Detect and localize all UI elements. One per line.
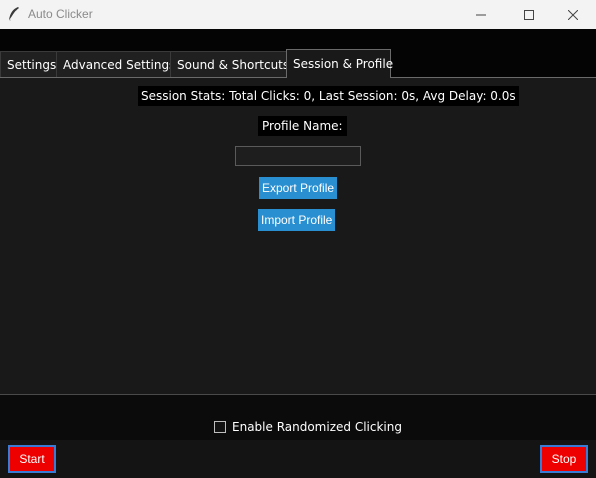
stop-button[interactable]: Stop — [540, 445, 588, 473]
maximize-icon — [524, 9, 534, 20]
export-profile-button[interactable]: Export Profile — [259, 177, 338, 199]
import-profile-button[interactable]: Import Profile — [258, 209, 336, 231]
close-icon — [568, 9, 578, 20]
tab-settings[interactable]: Settings — [0, 51, 57, 77]
close-button[interactable] — [550, 0, 596, 29]
session-stats-label: Session Stats: Total Clicks: 0, Last Ses… — [138, 86, 519, 106]
randomized-clicking-checkbox[interactable] — [214, 421, 226, 433]
profile-name-label: Profile Name: — [258, 116, 347, 136]
footer-bar — [0, 440, 596, 478]
minimize-icon — [476, 14, 486, 15]
tab-session-profile[interactable]: Session & Profile — [286, 49, 393, 78]
title-bar: Auto Clicker — [0, 0, 596, 29]
feather-icon — [7, 6, 21, 22]
randomized-clicking-label[interactable]: Enable Randomized Clicking — [232, 420, 402, 434]
maximize-button[interactable] — [506, 0, 552, 29]
window-title: Auto Clicker — [28, 7, 93, 21]
minimize-button[interactable] — [458, 0, 504, 29]
start-button[interactable]: Start — [8, 445, 56, 473]
tab-sound-shortcuts[interactable]: Sound & Shortcuts — [170, 51, 289, 77]
profile-name-input[interactable] — [235, 146, 361, 166]
tab-advanced-settings[interactable]: Advanced Settings — [56, 51, 175, 77]
